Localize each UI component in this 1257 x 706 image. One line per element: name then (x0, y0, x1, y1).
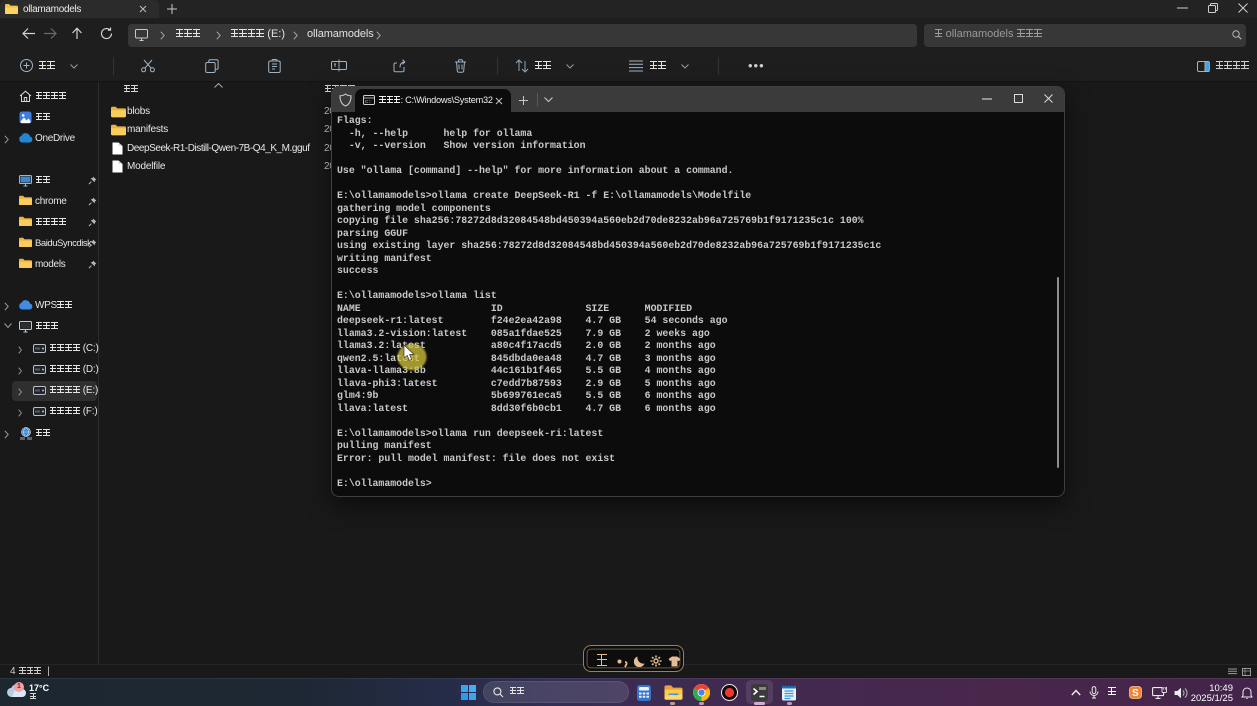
svg-text:c:: c: (365, 98, 372, 105)
svg-text:S: S (1132, 688, 1139, 699)
